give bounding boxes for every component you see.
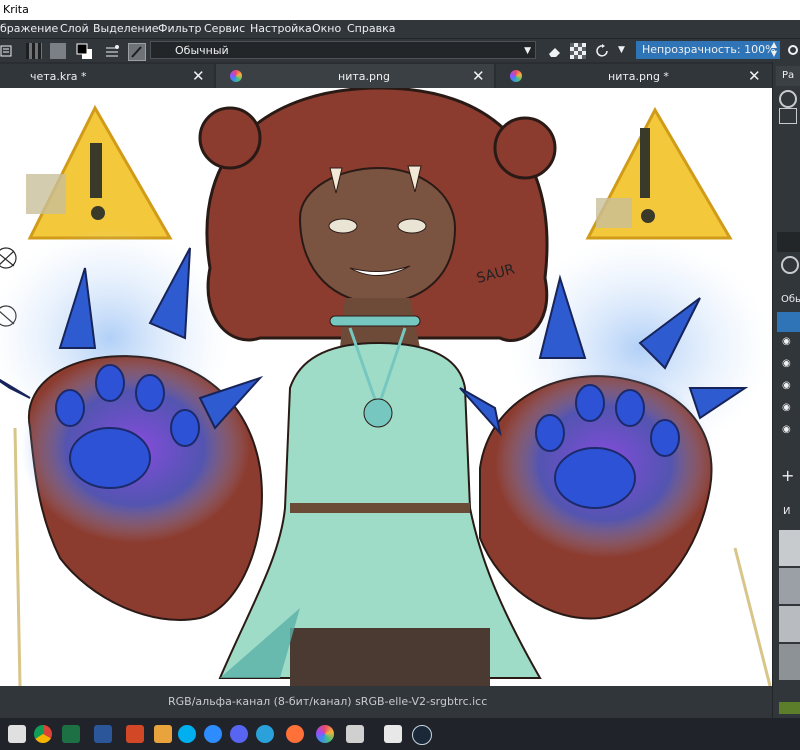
brush-preset-thumbnail[interactable] [128,43,146,61]
close-icon[interactable]: ✕ [192,67,205,85]
alpha-lock-icon[interactable] [570,43,586,59]
close-icon[interactable]: ✕ [748,67,761,85]
eye-icon[interactable]: ◉ [782,336,791,347]
app-icon[interactable] [346,725,364,743]
radio-icon[interactable] [779,90,797,108]
fg-bg-color-icon[interactable] [76,43,92,59]
color-profile-status: RGB/альфа-канал (8-бит/канал) sRGB-elle-… [168,695,488,708]
title-bar: Krita [0,0,800,20]
brush-preset-thumbnail[interactable] [779,568,800,604]
tab-label: чета.kra * [30,70,87,83]
settings-icon[interactable] [786,42,800,58]
eye-icon[interactable]: ◉ [782,358,791,369]
menu-image[interactable]: бражение [0,22,58,35]
list-view-icon[interactable] [779,108,797,124]
word-icon[interactable] [94,725,112,743]
menu-layer[interactable]: Слой [60,22,89,35]
chrome-icon[interactable] [34,725,52,743]
document-tabs: чета.kra * ✕ нита.png ✕ нита.png * ✕ [0,62,772,88]
eye-icon[interactable]: ◉ [782,380,791,391]
opacity-label: Непрозрачность: 100% [642,43,776,56]
taskbar [0,718,800,750]
tab-label: нита.png [338,70,390,83]
windows-start-icon[interactable] [8,725,26,743]
menu-window[interactable]: Окно [312,22,341,35]
active-layer[interactable] [777,312,800,332]
tab-label: нита.png * [608,70,669,83]
add-layer-button[interactable]: + [781,466,794,485]
tool-options-bar: Обычный ▼ ▼ Непрозрачность: 100% ▲ ▼ [0,38,800,63]
dock-footer-widget [779,702,800,714]
dock-widget [777,232,800,252]
gradient-icon[interactable] [26,43,42,59]
reload-preset-icon[interactable] [594,43,610,59]
warning-sign-left [26,104,173,240]
dock-tab[interactable]: Ра [776,66,800,86]
excel-icon[interactable] [62,725,80,743]
pattern-icon[interactable] [50,43,66,59]
tab-document-3[interactable]: нита.png * ✕ [496,64,772,88]
tab-document-1[interactable]: чета.kra * ✕ [0,64,214,88]
krita-icon[interactable] [316,725,334,743]
skype-icon[interactable] [178,725,196,743]
brush-presets-icon[interactable] [0,43,16,59]
menu-bar: бражение Слой Выделение Фильтр Сервис На… [0,20,800,38]
app-icon[interactable] [384,725,402,743]
powerpoint-icon[interactable] [126,725,144,743]
blend-mode-select[interactable]: Обычный ▼ [150,41,536,59]
panel-title: И [783,506,791,517]
artwork: SAUR [0,88,772,686]
menu-help[interactable]: Справка [347,22,395,35]
telegram-icon[interactable] [256,725,274,743]
eye-icon[interactable]: ◉ [782,424,791,435]
status-bar: RGB/альфа-канал (8-бит/канал) sRGB-elle-… [0,686,772,718]
menu-settings[interactable]: Настройка [250,22,312,35]
krita-logo-icon [510,70,522,82]
spin-arrows-icon[interactable]: ▲ ▼ [771,40,777,58]
dock-tab-label: Ра [782,70,795,81]
layer-blend-label: Обы [781,294,800,305]
brush-preset-thumbnail[interactable] [779,644,800,680]
warning-sign-right [585,106,733,240]
blend-mode-value: Обычный [175,44,229,57]
canvas[interactable]: SAUR [0,88,772,686]
zoom-icon[interactable] [204,725,222,743]
menu-select[interactable]: Выделение [93,22,159,35]
firefox-icon[interactable] [286,725,304,743]
dropdown-arrow-icon[interactable]: ▼ [618,45,634,61]
eye-icon[interactable]: ◉ [782,402,791,413]
krita-logo-icon [230,70,242,82]
right-dock: Ра Обы ◉ ◉ ◉ ◉ ◉ + И [772,62,800,718]
window-title: Krita [3,3,29,16]
eraser-icon[interactable] [546,43,562,59]
menu-filter[interactable]: Фильтр [158,22,202,35]
brush-preset-thumbnail[interactable] [779,606,800,642]
steam-icon[interactable] [412,725,432,745]
tab-document-2[interactable]: нита.png ✕ [216,64,494,88]
discord-icon[interactable] [230,725,248,743]
brush-settings-icon[interactable] [104,43,120,59]
brush-preset-thumbnail[interactable] [779,530,800,566]
chevron-down-icon: ▼ [524,46,531,56]
files-icon[interactable] [154,725,172,743]
close-icon[interactable]: ✕ [472,67,485,85]
opacity-slider[interactable]: Непрозрачность: 100% ▲ ▼ [636,40,780,59]
menu-tools[interactable]: Сервис [204,22,245,35]
radio-icon[interactable] [781,256,799,274]
